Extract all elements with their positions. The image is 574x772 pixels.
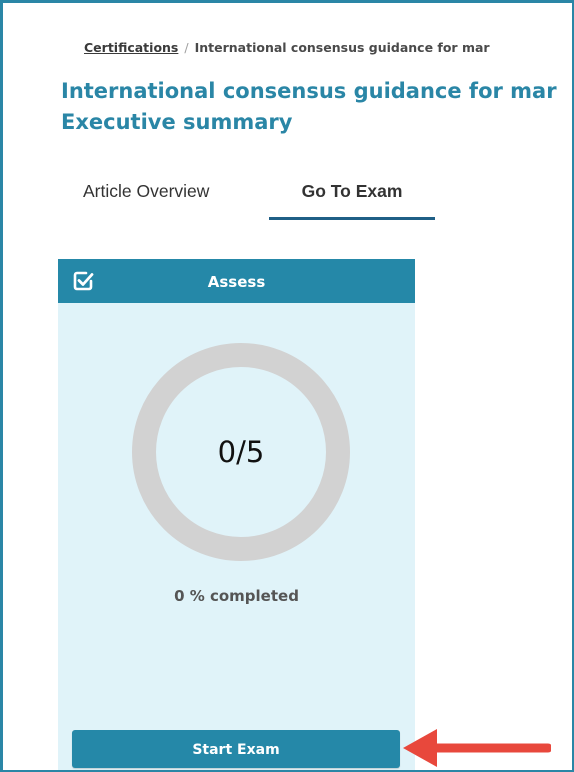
page-title-line2: Executive summary [61, 110, 293, 134]
page-title: International consensus guidance for mar… [61, 76, 572, 138]
page-frame: Certifications / International consensus g… [0, 0, 574, 772]
assess-card-header: Assess [58, 259, 415, 303]
breadcrumb-separator: / [184, 40, 189, 55]
page-title-line1: International consensus guidance for mar [61, 79, 557, 103]
completion-percentage: 0 % completed [174, 587, 299, 605]
tab-article-overview[interactable]: Article Overview [83, 173, 209, 217]
annotation-arrow-icon [403, 729, 551, 767]
breadcrumb-certifications-link[interactable]: Certifications [84, 40, 178, 55]
assess-card: Assess 0/5 0 % completed Start Exam [58, 259, 415, 770]
breadcrumb: Certifications / International consensus g… [84, 40, 572, 55]
tab-go-to-exam[interactable]: Go To Exam [269, 173, 435, 220]
breadcrumb-current: International consensus guidance for mar [194, 40, 490, 55]
start-exam-button[interactable]: Start Exam [72, 730, 400, 768]
assess-card-title: Assess [207, 273, 266, 291]
progress-count: 0/5 [217, 435, 265, 469]
